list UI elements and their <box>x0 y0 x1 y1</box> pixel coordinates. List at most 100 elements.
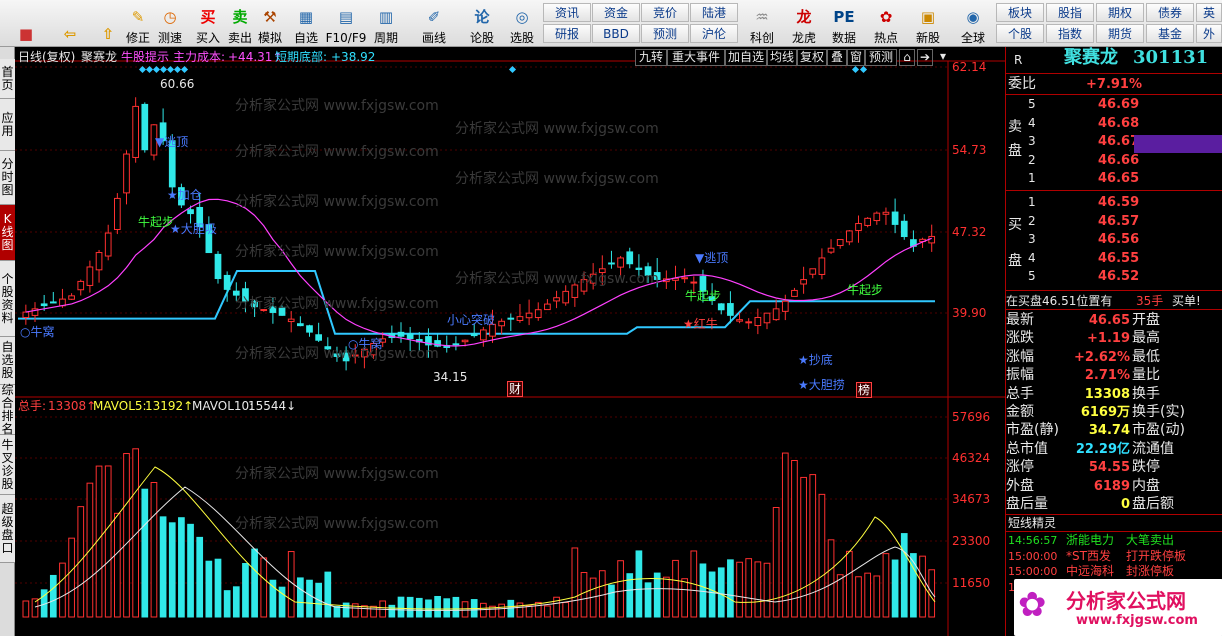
toolbar-button-0[interactable]: ■ <box>8 2 44 45</box>
nav-tab-4[interactable]: 个股资料 <box>0 261 15 337</box>
toolbar-tab-2[interactable]: 竞价 <box>641 3 689 22</box>
chart-tab-6[interactable]: 窗 <box>847 49 865 66</box>
watermark-text: 分析家公式网 www.fxjgsw.com <box>455 171 659 187</box>
mavol10-value: 15544↓ <box>248 399 297 413</box>
volume-bar <box>306 579 313 618</box>
toolbar-market-tab-3[interactable]: 债券 <box>1146 3 1194 22</box>
stock-picker-icon: ◎ <box>515 8 529 26</box>
candle-body <box>727 303 734 316</box>
toolbar-market-tab-row2-0[interactable]: 个股 <box>996 24 1044 43</box>
toolbar-button-12[interactable]: 论论股 <box>464 2 500 45</box>
toolbar-button-16[interactable]: PE 数据 <box>826 2 862 45</box>
new-stock-icon: ▣ <box>920 8 936 26</box>
toolbar-button-10[interactable]: ▥ 周期 <box>368 2 404 45</box>
candle-body <box>132 105 140 158</box>
volume-bar <box>59 562 66 618</box>
toolbar-button-15[interactable]: 龙龙虎 <box>786 2 822 45</box>
toolbar-market-tab-1[interactable]: 股指 <box>1046 3 1094 22</box>
pen-icon: ✐ <box>427 8 441 26</box>
volume-bar <box>388 604 396 618</box>
toolbar-tab-3[interactable]: 陆港 <box>690 3 738 22</box>
ask-level-1: 4 <box>1028 115 1036 130</box>
toolbar-button-19[interactable]: ◉ 全球 <box>955 2 991 45</box>
toolbar-button-5[interactable]: 买买入 <box>190 2 226 45</box>
volume-bar <box>571 547 579 618</box>
chart-tab-0[interactable]: 九转 <box>635 49 667 66</box>
volume-bar <box>104 465 112 618</box>
volume-bar <box>663 576 670 618</box>
candle-body <box>452 343 460 346</box>
toolbar-button-label: F10/F9 <box>325 31 367 45</box>
toolbar-button-14[interactable]: ♒ 科创 <box>744 2 780 45</box>
chart-tab-2[interactable]: 加自选 <box>725 49 767 66</box>
nav-tab-3[interactable]: K线图 <box>0 205 15 261</box>
volume-bar <box>736 561 743 618</box>
candle-body <box>900 220 908 238</box>
toolbar-market-tab-row2-3[interactable]: 基金 <box>1146 24 1194 43</box>
chart-tab-1[interactable]: 重大事件 <box>667 49 725 66</box>
toolbar-button-1[interactable]: ⇦ <box>52 2 88 45</box>
volume-bar <box>763 562 771 618</box>
volume-bar <box>544 605 551 618</box>
chart-tab-4[interactable]: 复权 <box>797 49 827 66</box>
volume-bar <box>891 559 899 618</box>
stat-label2-1: 最高 <box>1132 330 1160 347</box>
toolbar-tab-1[interactable]: 资金 <box>592 3 640 22</box>
volume-bar <box>699 563 707 618</box>
nav-tab-2[interactable]: 分时图 <box>0 151 15 205</box>
toolbar-button-3[interactable]: ✎ 修正 <box>120 2 156 45</box>
ask-level-0: 5 <box>1028 97 1036 111</box>
chart-tab-5[interactable]: 叠 <box>827 49 847 66</box>
volume-tick-label: 34673 <box>952 492 991 506</box>
toolbar-market-tab-row2-2[interactable]: 期货 <box>1096 24 1144 43</box>
nav-tab-8[interactable]: 超级盘口 <box>0 495 15 563</box>
chevron-down-icon[interactable]: ▾ <box>936 49 950 66</box>
price-tick-label: 39.90 <box>952 306 987 320</box>
toolbar-market-tab-row2-4[interactable]: 外 <box>1196 24 1222 43</box>
toolbar-market-tab-4[interactable]: 英 <box>1196 3 1222 22</box>
toolbar-button-18[interactable]: ▣ 新股 <box>910 2 946 45</box>
quote-divider <box>1006 309 1222 310</box>
toolbar-button-13[interactable]: ◎ 选股 <box>504 2 540 45</box>
sell-icon: 卖 <box>232 8 248 26</box>
nav-tab-5[interactable]: 自选股 <box>0 337 15 385</box>
stat-label2-0: 开盘 <box>1132 312 1160 328</box>
volume-bar <box>77 506 85 618</box>
candle-body <box>763 312 771 324</box>
volume-bar <box>617 560 624 618</box>
chart-tab-7[interactable]: 预测 <box>865 49 897 66</box>
volume-bar <box>68 537 75 618</box>
toolbar-button-4[interactable]: ◷ 测速 <box>152 2 188 45</box>
toolbar-button-8[interactable]: ▦ 自选 <box>288 2 324 45</box>
volume-bar <box>370 605 377 618</box>
toolbar-market-tab-0[interactable]: 板块 <box>996 3 1044 22</box>
watermark-text: 分析家公式网 www.fxjgsw.com <box>235 296 439 312</box>
zaimai-volume: 35手 <box>1136 294 1164 308</box>
nav-tab-6[interactable]: 综合排名 <box>0 383 15 435</box>
nav-tab-1[interactable]: 应用 <box>0 99 15 151</box>
toolbar-tab-row2-1[interactable]: BBD <box>592 24 640 43</box>
toolbar-tab-row2-3[interactable]: 沪伦 <box>690 24 738 43</box>
candle-body <box>498 320 505 327</box>
flash-time-1: 15:00:00 <box>1008 549 1058 563</box>
toolbar-market-tab-row2-1[interactable]: 指数 <box>1046 24 1094 43</box>
toolbar-button-17[interactable]: ✿ 热点 <box>868 2 904 45</box>
high-price-label: 60.66 <box>160 77 195 91</box>
toolbar-button-7[interactable]: ⚒ 模拟 <box>252 2 288 45</box>
lock-icon[interactable]: ⌂ <box>899 49 915 66</box>
toolbar-market-tab-2[interactable]: 期权 <box>1096 3 1144 22</box>
volume-bar <box>864 572 871 618</box>
nav-tab-0[interactable]: 首页 <box>0 59 15 99</box>
volume-bar <box>397 596 405 618</box>
toolbar-tab-row2-0[interactable]: 研报 <box>543 24 591 43</box>
toolbar-tab-0[interactable]: 资讯 <box>543 3 591 22</box>
chart-period-label: 日线(复权) <box>18 50 76 64</box>
chart-tab-3[interactable]: 均线 <box>767 49 797 66</box>
toolbar-button-9[interactable]: ▤ F10/F9 <box>325 2 367 45</box>
candle-body <box>827 247 835 253</box>
nav-tab-7[interactable]: 牛叉诊股 <box>0 435 15 495</box>
toolbar-tab-row2-2[interactable]: 预测 <box>641 24 689 43</box>
expand-right-icon[interactable]: ➔ <box>917 49 933 66</box>
toolbar-button-11[interactable]: ✐ 画线 <box>416 2 452 45</box>
toolbar-button-label: 测速 <box>157 31 182 45</box>
